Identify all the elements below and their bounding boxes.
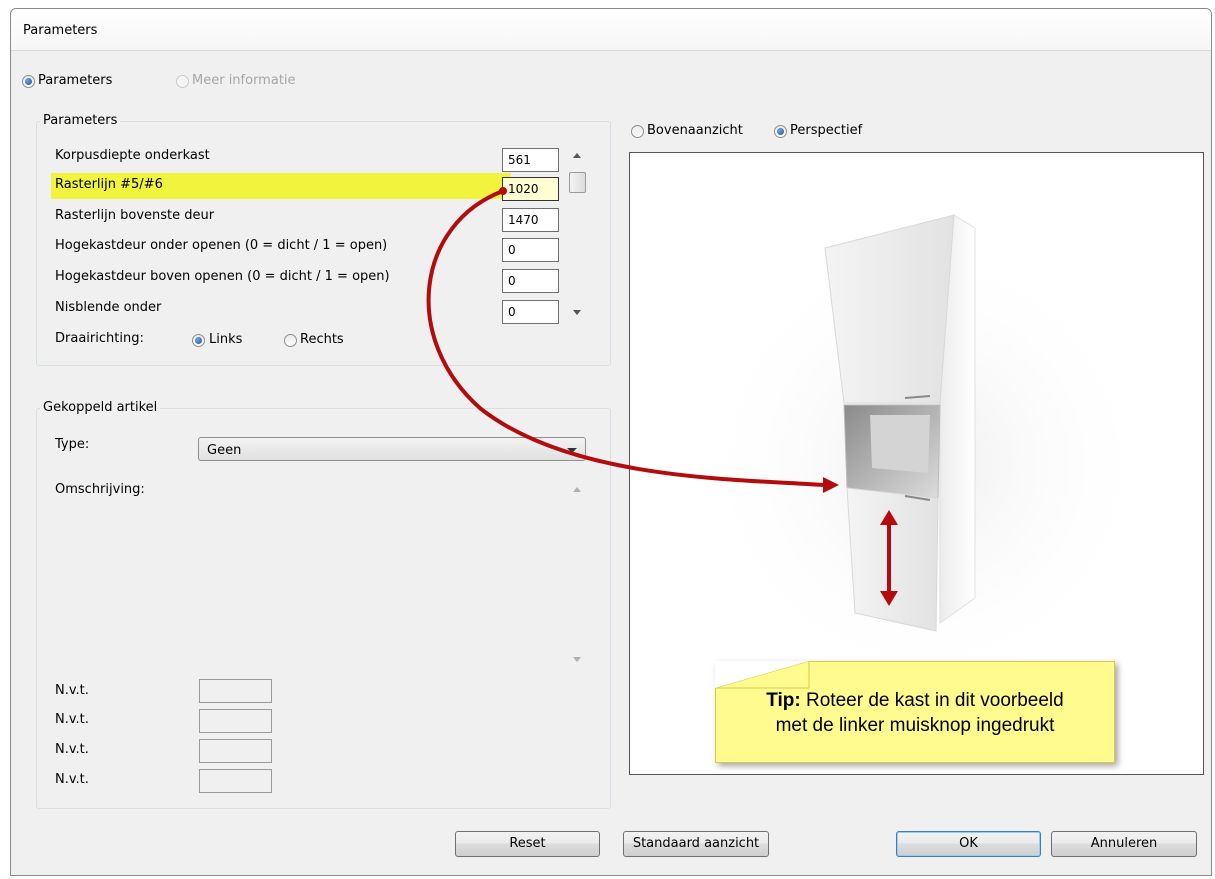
nvt-label-1: N.v.t. [55, 683, 89, 698]
params-scroll-thumb[interactable] [569, 172, 586, 193]
param-input-hogekastdeur-boven[interactable]: 0 [502, 269, 559, 293]
tip-bold: Tip: [766, 690, 801, 711]
note-fold-icon [715, 661, 810, 689]
tip-note: Tip: Roteer de kast in dit voorbeeld met… [715, 661, 1115, 763]
nvt-field-3 [199, 739, 272, 763]
cabinet-niche-back [870, 415, 930, 473]
reset-button[interactable]: Reset [455, 831, 600, 857]
title-bar[interactable]: Parameters [11, 9, 1211, 51]
params-scroll-up-icon[interactable] [573, 153, 581, 158]
param-input-korpusdiepte[interactable]: 561 [502, 148, 559, 172]
links-radio[interactable] [192, 334, 205, 347]
param-label-rasterlijn-5-6: Rasterlijn #5/#6 [55, 177, 163, 192]
omschrijving-scrollbar[interactable] [566, 477, 588, 667]
tip-text: Tip: Roteer de kast in dit voorbeeld met… [716, 688, 1114, 738]
nvt-label-3: N.v.t. [55, 742, 89, 757]
type-label: Type: [55, 437, 90, 452]
standaard-aanzicht-button[interactable]: Standaard aanzicht [623, 831, 769, 857]
param-input-hogekastdeur-onder[interactable]: 0 [502, 238, 559, 262]
tip-line-2: met de linker muisknop ingedrukt [775, 715, 1055, 736]
window-title: Parameters [23, 23, 98, 38]
omschrijving-label: Omschrijving: [55, 482, 145, 497]
cabinet-upper-door [824, 214, 955, 404]
cancel-button[interactable]: Annuleren [1051, 831, 1197, 857]
param-label-korpusdiepte: Korpusdiepte onderkast [55, 148, 210, 163]
bovenaanzicht-radio[interactable] [631, 125, 644, 138]
nvt-field-2 [199, 709, 272, 733]
meer-informatie-radio[interactable] [176, 75, 189, 88]
nvt-field-4 [199, 769, 272, 793]
type-select-value: Geen [207, 443, 242, 458]
draairichting-label: Draairichting: [55, 331, 144, 346]
param-input-rasterlijn-5-6[interactable]: 1020 [502, 177, 559, 201]
nvt-label-2: N.v.t. [55, 712, 89, 727]
param-label-hogekastdeur-boven: Hogekastdeur boven openen (0 = dicht / 1… [55, 269, 390, 284]
tip-line-1: Roteer de kast in dit voorbeeld [800, 690, 1064, 711]
cabinet-lower-door [846, 487, 939, 632]
param-input-rasterlijn-bovenste-deur[interactable]: 1470 [502, 208, 559, 232]
type-select[interactable]: Geen [198, 437, 586, 461]
ok-button[interactable]: OK [896, 831, 1041, 857]
nvt-field-1 [199, 679, 272, 703]
params-scroll-down-icon[interactable] [573, 310, 581, 315]
chevron-down-icon [567, 448, 577, 453]
rechts-radio-label[interactable]: Rechts [300, 332, 344, 347]
params-scrollbar[interactable] [566, 146, 588, 326]
nvt-label-4: N.v.t. [55, 772, 89, 787]
perspectief-label[interactable]: Perspectief [790, 123, 862, 138]
parameters-mode-label[interactable]: Parameters [38, 73, 112, 88]
parameters-mode-radio[interactable] [22, 75, 35, 88]
omschrijving-scroll-up-icon[interactable] [573, 487, 581, 492]
omschrijving-scroll-down-icon[interactable] [573, 657, 581, 662]
linked-article-group-title: Gekoppeld artikel [40, 400, 161, 415]
bovenaanzicht-label[interactable]: Bovenaanzicht [647, 123, 743, 138]
meer-informatie-label[interactable]: Meer informatie [192, 73, 296, 88]
param-input-nisblende-onder[interactable]: 0 [502, 300, 559, 324]
param-label-rasterlijn-bovenste-deur: Rasterlijn bovenste deur [55, 208, 215, 223]
param-label-nisblende-onder: Nisblende onder [55, 300, 162, 315]
linked-article-group [36, 408, 611, 809]
perspectief-radio[interactable] [774, 125, 787, 138]
parameters-group-title: Parameters [40, 113, 121, 128]
rechts-radio[interactable] [284, 334, 297, 347]
links-radio-label[interactable]: Links [209, 332, 242, 347]
parameters-dialog: Parameters Parameters Meer informatie Pa… [10, 8, 1212, 876]
param-label-hogekastdeur-onder: Hogekastdeur onder openen (0 = dicht / 1… [55, 238, 388, 253]
